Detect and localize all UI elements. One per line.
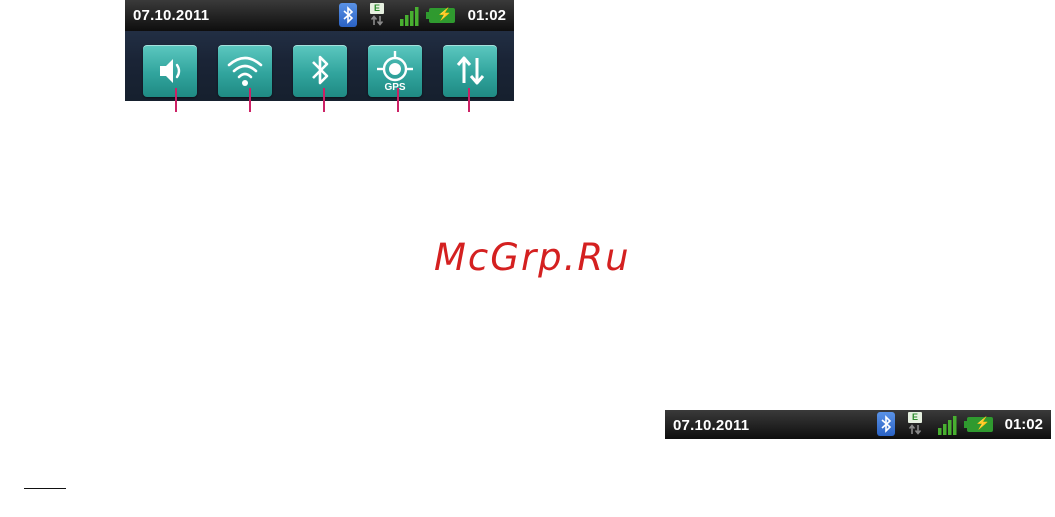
gps-label: GPS	[384, 82, 406, 93]
status-date: 07.10.2011	[673, 417, 750, 434]
callout-line-data	[468, 88, 470, 112]
status-bar-small: 07.10.2011 E ⚡ 01:02	[665, 410, 1051, 439]
gps-toggle[interactable]: GPS	[368, 45, 422, 97]
signal-bars-icon	[400, 7, 419, 26]
battery-charging-icon: ⚡	[964, 416, 993, 432]
network-type-label: E	[370, 3, 384, 14]
sound-toggle[interactable]	[143, 45, 197, 97]
wifi-icon	[227, 56, 263, 86]
watermark-text: McGrp.Ru	[434, 236, 631, 279]
data-toggle[interactable]	[443, 45, 497, 97]
network-type-label: E	[908, 412, 922, 423]
bluetooth-toggle[interactable]	[293, 45, 347, 97]
data-sync-icon	[456, 56, 485, 85]
footnote-rule	[24, 488, 66, 489]
battery-charging-icon: ⚡	[426, 7, 455, 23]
status-clock: 01:02	[1004, 416, 1043, 433]
status-clock: 01:02	[467, 7, 506, 24]
edge-data-icon: E	[367, 3, 387, 27]
callout-line-gps	[397, 88, 399, 112]
status-bar: 07.10.2011 E ⚡ 01:02	[125, 0, 514, 31]
callout-line-sound	[175, 88, 177, 112]
callout-line-bluetooth	[323, 88, 325, 112]
edge-data-icon: E	[905, 412, 925, 436]
status-date: 07.10.2011	[133, 7, 210, 24]
bluetooth-icon	[312, 55, 329, 85]
notification-panel: 07.10.2011 E ⚡ 01:02 GPS	[125, 0, 514, 101]
wifi-toggle[interactable]	[218, 45, 272, 97]
signal-bars-icon	[938, 416, 957, 435]
bluetooth-icon	[877, 412, 895, 436]
speaker-icon	[160, 59, 181, 83]
bluetooth-icon	[339, 3, 357, 27]
callout-line-wifi	[249, 88, 251, 112]
